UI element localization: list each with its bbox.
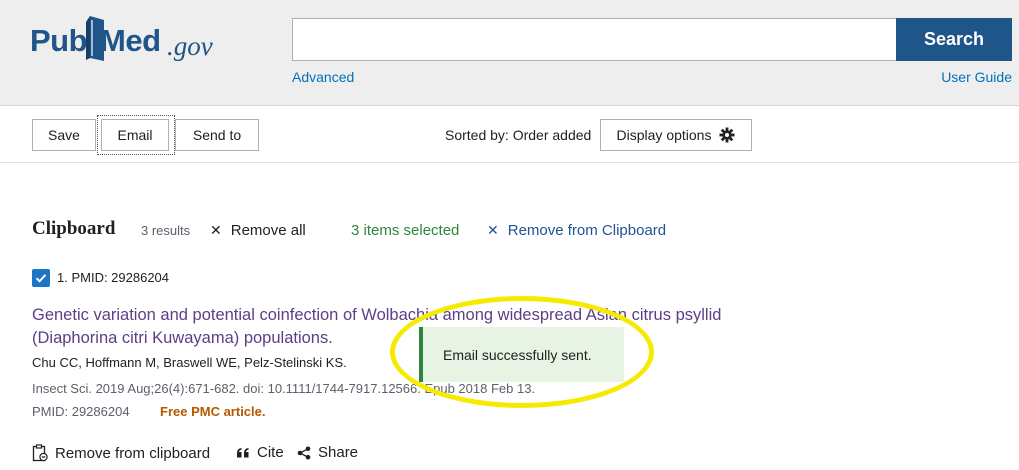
result-citation: Insect Sci. 2019 Aug;26(4):671-682. doi:… [32,381,536,396]
display-options-button[interactable]: Display options [600,119,752,151]
result-title-link[interactable]: Genetic variation and potential coinfect… [32,304,752,350]
sort-order-label: Sorted by: Order added [445,127,592,143]
search-input[interactable] [292,18,897,61]
remove-from-clipboard-action[interactable]: Remove from clipboard [32,444,210,462]
close-icon: ✕ [487,222,499,238]
remove-all-button[interactable]: ✕ Remove all [210,222,306,239]
cite-action[interactable]: Cite [236,444,284,461]
result-checkbox[interactable] [32,269,50,287]
advanced-search-link[interactable]: Advanced [292,69,354,85]
result-number-pmid: 1. PMID: 29286204 [57,270,170,285]
close-icon: ✕ [210,222,222,238]
toast-message: Email successfully sent. [443,346,592,363]
save-button[interactable]: Save [32,119,96,151]
gear-icon [719,127,735,143]
remove-from-clipboard-button[interactable]: ✕ Remove from Clipboard [487,222,666,239]
clipboard-remove-icon [32,444,48,462]
share-action-label: Share [318,444,359,461]
checkmark-icon [35,274,47,283]
remove-from-clipboard-label: Remove from Clipboard [507,222,667,239]
remove-from-clipboard-action-label: Remove from clipboard [55,444,211,462]
search-button[interactable]: Search [896,18,1012,61]
share-icon [297,446,311,459]
result-authors: Chu CC, Hoffmann M, Braswell WE, Pelz-St… [32,355,347,370]
logo-text-pub: Pub [30,23,88,58]
free-pmc-article-badge: Free PMC article. [160,404,266,419]
logo-text-med: Med [100,23,161,58]
results-count: 3 results [141,223,191,238]
cite-action-label: Cite [257,444,284,461]
pubmed-logo[interactable]: Pub Med .gov [30,16,220,70]
result-pmid: PMID: 29286204 [32,404,130,419]
user-guide-link[interactable]: User Guide [941,69,1012,85]
page-title: Clipboard [32,218,116,239]
logo-text-gov: .gov [167,31,213,61]
send-to-button[interactable]: Send to [175,119,259,151]
email-success-toast: Email successfully sent. [419,327,624,382]
selected-items-count: 3 items selected [351,222,460,239]
display-options-label: Display options [616,127,712,143]
remove-all-label: Remove all [230,222,306,239]
site-header: Pub Med .gov Search Advanced User Guide [0,0,1019,106]
toolbar-divider [0,162,1019,163]
email-button[interactable]: Email [101,119,169,151]
share-action[interactable]: Share [297,444,358,461]
quote-icon [237,447,249,457]
